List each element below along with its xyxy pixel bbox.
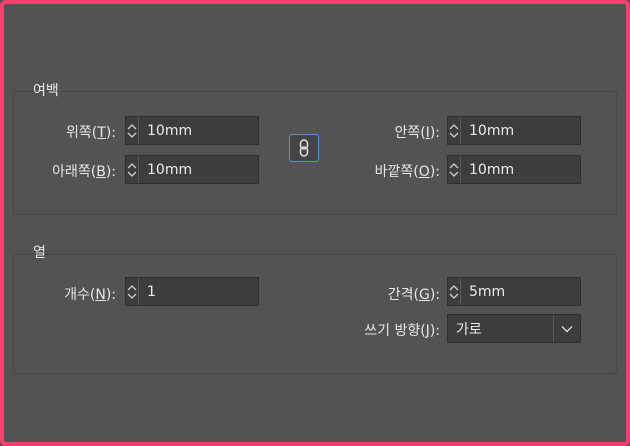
top-margin-stepper[interactable] (125, 116, 321, 145)
inside-margin-input[interactable] (461, 117, 630, 144)
column-count-label: 개수(N): (64, 287, 116, 303)
gutter-stepper[interactable] (447, 277, 630, 306)
stepper-arrows-icon[interactable] (126, 278, 139, 305)
stepper-arrows-icon[interactable] (126, 156, 139, 183)
stepper-arrows-icon[interactable] (448, 117, 461, 144)
columns-section-title: 열 (33, 245, 46, 261)
chevron-down-icon[interactable] (553, 315, 580, 342)
writing-direction-label: 쓰기 방향(J): (364, 323, 440, 339)
column-count-stepper[interactable] (125, 277, 321, 306)
outside-margin-input[interactable] (461, 156, 630, 183)
stepper-arrows-icon[interactable] (448, 156, 461, 183)
margins-section-title: 여백 (33, 83, 59, 99)
column-count-input[interactable] (139, 278, 321, 305)
chain-link-icon (299, 139, 309, 157)
outside-margin-label: 바깥쪽(O): (374, 164, 440, 180)
top-margin-label: 위쪽(T): (66, 125, 116, 141)
stepper-arrows-icon[interactable] (448, 278, 461, 305)
gutter-input[interactable] (461, 278, 630, 305)
writing-direction-dropdown[interactable]: 가로 (447, 314, 581, 343)
inside-margin-label: 안쪽(I): (394, 125, 440, 141)
gutter-label: 간격(G): (387, 287, 440, 303)
link-margins-button[interactable] (289, 134, 319, 162)
outside-margin-stepper[interactable] (447, 155, 630, 184)
window-border (0, 0, 630, 446)
inside-margin-stepper[interactable] (447, 116, 630, 145)
writing-direction-value: 가로 (456, 321, 482, 338)
bottom-margin-stepper[interactable] (125, 155, 321, 184)
stepper-arrows-icon[interactable] (126, 117, 139, 144)
bottom-margin-label: 아래쪽(B): (52, 164, 116, 180)
